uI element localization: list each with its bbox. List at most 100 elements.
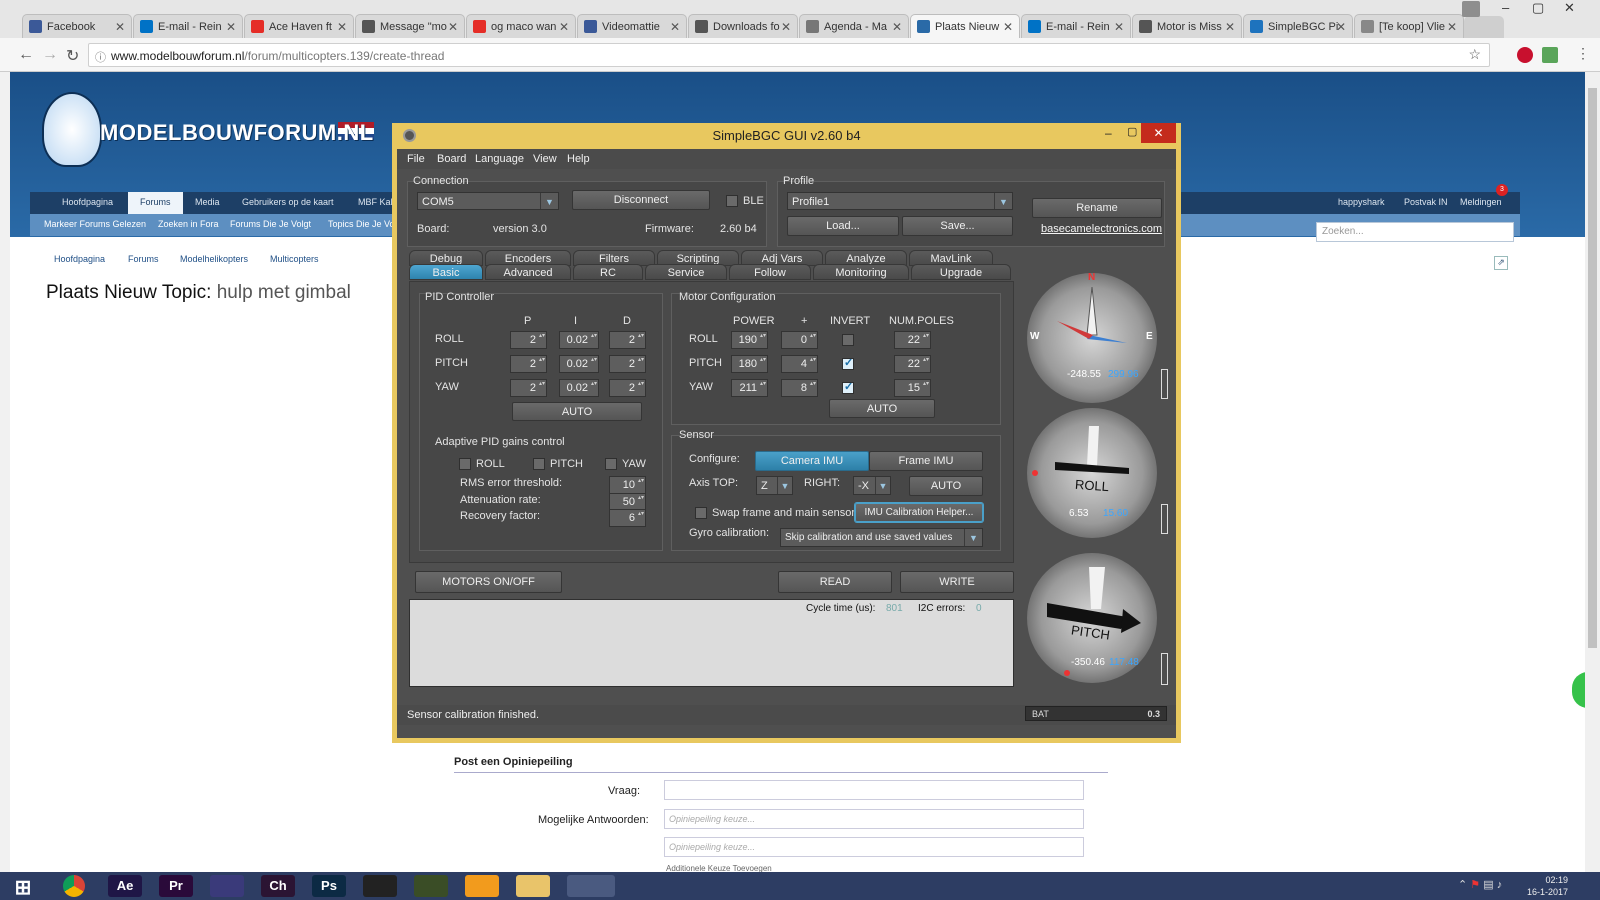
motor-auto-button[interactable]: AUTO (829, 399, 935, 418)
tray-arrow-icon[interactable]: ⌃ (1458, 879, 1467, 891)
breadcrumb-item[interactable]: Hoofdpagina (54, 254, 105, 264)
side-widget-tab[interactable] (1572, 672, 1585, 708)
close-icon[interactable]: ✕ (115, 20, 125, 34)
close-icon[interactable]: ✕ (1225, 20, 1235, 34)
poll-add-more-link[interactable]: Additionele Keuze Toevoegen (666, 864, 772, 872)
close-icon[interactable]: ✕ (226, 20, 236, 34)
write-button[interactable]: WRITE (900, 571, 1014, 593)
poll-question-input[interactable] (664, 780, 1084, 800)
com-port-select[interactable]: COM5 ▼ (417, 192, 559, 210)
swap-sensors-checkbox[interactable] (695, 507, 707, 519)
tab-follow[interactable]: Follow (729, 264, 811, 280)
pid-d-input[interactable]: 2 (609, 379, 646, 397)
browser-tab[interactable]: [Te koop] Vlie ✕ (1354, 14, 1464, 38)
menu-language[interactable]: Language (475, 153, 524, 165)
forward-arrow-icon[interactable]: → (42, 46, 58, 64)
premiere-icon[interactable]: Pr (159, 875, 193, 897)
browser-tab[interactable]: Motor is Miss ✕ (1132, 14, 1242, 38)
app-minimize-icon[interactable]: – (1105, 126, 1112, 140)
basecam-link[interactable]: basecamelectronics.com (1041, 223, 1162, 235)
tab-advanced[interactable]: Advanced (485, 264, 571, 280)
motor-power-input[interactable]: 180 (731, 355, 768, 373)
pid-d-input[interactable]: 2 (609, 355, 646, 373)
info-icon[interactable]: ⓘ (95, 49, 106, 65)
pid-i-input[interactable]: 0.02 (559, 379, 599, 397)
close-icon[interactable]: ✕ (1336, 20, 1346, 34)
reload-icon[interactable]: ↻ (66, 46, 79, 66)
pid-p-input[interactable]: 2 (510, 355, 547, 373)
app-maximize-icon[interactable]: ▢ (1127, 125, 1137, 138)
browser-tab[interactable]: Agenda - Ma ✕ (799, 14, 909, 38)
tab-upgrade[interactable]: Upgrade (911, 264, 1011, 280)
pid-i-input[interactable]: 0.02 (559, 355, 599, 373)
forum-subnav-item[interactable]: Forums Die Je Volgt (230, 219, 311, 229)
character-animator-icon[interactable]: Ch (261, 875, 295, 897)
taskbar-clock[interactable]: 02:19 16-1-2017 (1527, 874, 1568, 898)
profile-icon[interactable] (1462, 1, 1480, 17)
page-scrollbar[interactable] (1585, 72, 1600, 872)
clapper-icon[interactable] (210, 875, 244, 897)
external-link-icon[interactable]: ⇗ (1494, 256, 1508, 270)
breadcrumb-item[interactable]: Multicopters (270, 254, 319, 264)
app-close-icon[interactable]: ✕ (1141, 123, 1176, 143)
poll-answer-input[interactable]: Opiniepeiling keuze... (664, 837, 1084, 857)
load-profile-button[interactable]: Load... (787, 216, 899, 236)
breadcrumb-item[interactable]: Forums (128, 254, 159, 264)
pid-auto-button[interactable]: AUTO (512, 402, 642, 421)
volume-icon[interactable]: ♪ (1497, 879, 1503, 891)
browser-tab[interactable]: og maco wan ✕ (466, 14, 576, 38)
motor-poles-input[interactable]: 22 (894, 331, 931, 349)
forum-user-nav-item[interactable]: Postvak IN (1404, 197, 1448, 207)
close-icon[interactable]: ✕ (1003, 20, 1013, 34)
breadcrumb-item[interactable]: Modelhelikopters (180, 254, 248, 264)
network-icon[interactable]: ▤ (1483, 879, 1493, 891)
motor-invert-checkbox[interactable] (842, 356, 854, 370)
tab-service[interactable]: Service (645, 264, 727, 280)
close-icon[interactable]: ✕ (559, 20, 569, 34)
motor-power-input[interactable]: 190 (731, 331, 768, 349)
sensor-auto-button[interactable]: AUTO (909, 476, 983, 496)
address-bar[interactable]: ⓘ www.modelbouwforum.nl/forum/multicopte… (88, 43, 1490, 67)
forum-subnav-item[interactable]: Markeer Forums Gelezen (44, 219, 146, 229)
menu-view[interactable]: View (533, 153, 557, 165)
browser-tab[interactable]: SimpleBGC Pi ✕ (1243, 14, 1353, 38)
windows-start-icon[interactable]: ⊞ (6, 875, 40, 899)
motors-on-off-button[interactable]: MOTORS ON/OFF (415, 571, 562, 593)
axis-top-select[interactable]: Z ▼ (756, 476, 793, 495)
close-icon[interactable]: ✕ (337, 20, 347, 34)
maximize-icon[interactable]: ▢ (1532, 0, 1544, 16)
motor-power-input[interactable]: 211 (731, 379, 768, 397)
close-icon[interactable]: ✕ (892, 20, 902, 34)
adblock-extension-icon[interactable] (1517, 47, 1533, 63)
forum-search-input[interactable]: Zoeken... (1316, 222, 1514, 242)
forum-nav-item[interactable]: Hoofdpagina (62, 197, 113, 207)
browser-tab[interactable]: Downloads fo ✕ (688, 14, 798, 38)
frame-imu-button[interactable]: Frame IMU (869, 451, 983, 471)
browser-tab[interactable]: Message "mo ✕ (355, 14, 465, 38)
photoshop-icon[interactable]: Ps (312, 875, 346, 897)
film-icon[interactable] (363, 875, 397, 897)
browser-tab[interactable]: E-mail - Rein ✕ (1021, 14, 1131, 38)
motor-poles-input[interactable]: 22 (894, 355, 931, 373)
profile-select[interactable]: Profile1 ▼ (787, 192, 1013, 210)
back-arrow-icon[interactable]: ← (18, 46, 34, 64)
forum-nav-item[interactable]: Gebruikers op de kaart (242, 197, 334, 207)
gyro-calibration-select[interactable]: Skip calibration and use saved values ▼ (780, 528, 983, 547)
motor-invert-checkbox[interactable] (842, 380, 854, 394)
motor-invert-checkbox[interactable] (842, 334, 854, 346)
adaptive-yaw-checkbox[interactable] (605, 458, 617, 470)
recovery-factor-input[interactable]: 6 (609, 509, 646, 527)
forum-subnav-item[interactable]: Zoeken in Fora (158, 219, 219, 229)
adaptive-pitch-checkbox[interactable] (533, 458, 545, 470)
camera-imu-button[interactable]: Camera IMU (755, 451, 869, 471)
tab-basic[interactable]: Basic (409, 264, 483, 280)
menu-help[interactable]: Help (567, 153, 590, 165)
disconnect-button[interactable]: Disconnect (572, 190, 710, 210)
rename-profile-button[interactable]: Rename (1032, 198, 1162, 218)
close-icon[interactable]: ✕ (670, 20, 680, 34)
motor-plus-input[interactable]: 8 (781, 379, 818, 397)
ble-checkbox[interactable] (726, 195, 738, 207)
tray-flag-icon[interactable]: ⚑ (1470, 879, 1480, 891)
menu-board[interactable]: Board (437, 153, 466, 165)
browser-tab[interactable]: Videomattie ✕ (577, 14, 687, 38)
